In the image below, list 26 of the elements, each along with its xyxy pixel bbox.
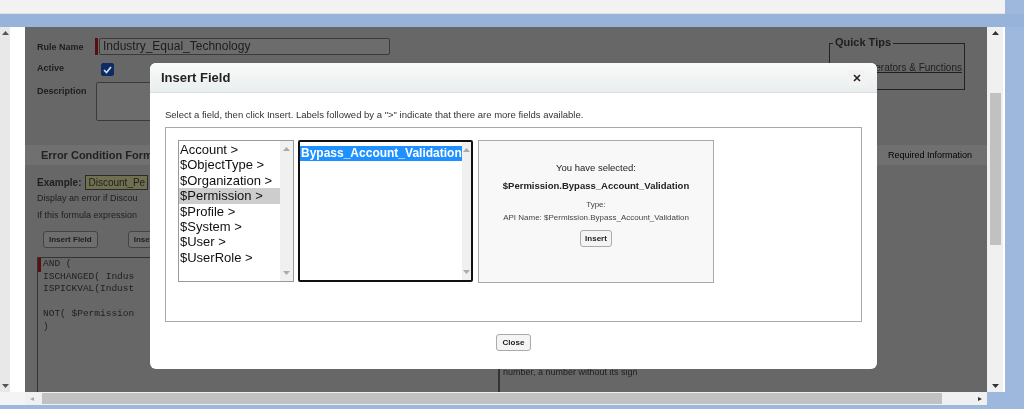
list-option[interactable]: $Permission >	[179, 188, 280, 204]
description-text: If this formula expression	[37, 210, 138, 220]
field-list[interactable]: Account > $ObjectType > $Organization > $Permission > $Profile > $System > $User > $UserRole >	[178, 140, 294, 282]
field-type-label: Type:	[586, 200, 606, 209]
list-option[interactable]: $UserRole >	[179, 249, 280, 266]
dialog-title: Insert Field	[161, 70, 231, 85]
list-option[interactable]: $Organization >	[179, 172, 280, 189]
insert-button[interactable]: Insert	[580, 230, 612, 247]
close-button[interactable]: Close	[495, 334, 532, 351]
required-legend: Required Information	[887, 150, 972, 160]
selected-field-name: $Permission.Bypass_Account_Validation	[502, 180, 690, 191]
list-option[interactable]: Account >	[179, 142, 280, 158]
list-option[interactable]: $User >	[179, 234, 280, 250]
formula-text: AND ( ISCHANGED( Indus ISPICKVAL(Indust NOT( $Permission )	[42, 258, 135, 334]
list-option[interactable]: $ObjectType >	[179, 157, 280, 173]
quick-tips-legend: Quick Tips	[833, 36, 894, 48]
list-option[interactable]: $Profile >	[179, 203, 280, 220]
instruction-text: Select a field, then click Insert. Labels followed by a ">" indicate that there are more fields available.	[165, 109, 585, 120]
field-label: Rule Name	[37, 41, 85, 54]
selection-heading: You have selected:	[556, 162, 636, 173]
field-label: Description	[37, 85, 88, 98]
field-label: Active	[37, 62, 65, 75]
api-name-text: API Name: $Permission.Bypass_Account_Validation	[503, 213, 689, 222]
list-option[interactable]: $System >	[179, 219, 280, 235]
example-label: Example:	[37, 177, 82, 188]
example-field: Discount_Pe	[85, 175, 149, 190]
